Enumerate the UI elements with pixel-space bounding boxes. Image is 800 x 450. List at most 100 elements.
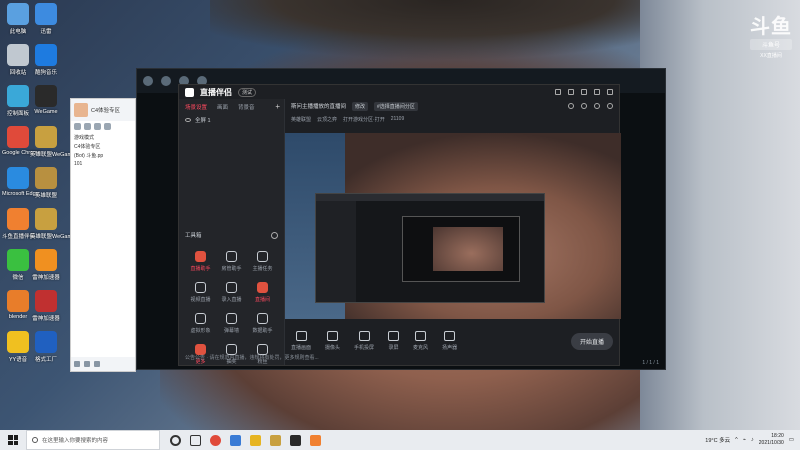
add-scene-icon[interactable]: + <box>275 102 280 111</box>
toolbox-item[interactable]: 主播任务 <box>247 251 278 272</box>
chat-list-item[interactable]: 游戏模式 <box>71 133 135 142</box>
user-avatar-icon[interactable] <box>555 89 561 95</box>
chat-list-item[interactable]: (Bot) 斗鱼.pp <box>71 151 135 160</box>
source-button[interactable]: 录屏 <box>388 331 400 351</box>
add-member-icon[interactable] <box>104 123 111 130</box>
toolbox-item[interactable]: 录入直播 <box>216 282 247 303</box>
sidebar-tab[interactable]: 画面 <box>217 103 228 111</box>
close-icon[interactable] <box>607 89 613 95</box>
desktop-icon[interactable]: 酷狗音乐 <box>30 44 62 76</box>
search-icon <box>32 437 38 443</box>
wegame-icon[interactable] <box>290 434 301 446</box>
room-info-bar: 斯问主播播放的直播间 修改 #选择直播间分区 <box>285 99 619 113</box>
group-chat-window[interactable]: C4体验专区 游戏模式 C4体验专区 (Bot) 斗鱼.pp 101 <box>70 98 136 372</box>
toolbox-item[interactable]: 直播间 <box>247 282 278 303</box>
stream-preview[interactable] <box>285 133 621 319</box>
network-icon[interactable]: ⌁ <box>743 437 746 443</box>
volume-icon[interactable]: ♪ <box>751 437 754 443</box>
tool-icon <box>257 313 268 324</box>
gift-icon[interactable] <box>594 103 600 109</box>
desktop-icon[interactable]: 雷神加速器 <box>30 249 62 281</box>
toolbox-item[interactable]: 数据助手 <box>247 313 278 334</box>
room-tag[interactable]: 英雄联盟 <box>291 116 311 123</box>
chrome-icon[interactable] <box>210 434 221 446</box>
desktop-icon[interactable]: 英雄联盟WeGame版 <box>30 126 81 158</box>
start-button[interactable] <box>0 430 26 450</box>
video-call-icon[interactable] <box>84 123 91 130</box>
room-tag[interactable]: 云顶之弈 <box>317 116 337 123</box>
live-companion-window[interactable]: 直播伴侣 测试 场景设置 画面 背景音 + 全屏 1 工具箱 直播助手 房管助手 主播任… <box>178 84 621 366</box>
taskbar-search[interactable]: 在这里输入你要搜索的内容 <box>26 430 160 450</box>
toolbox-item[interactable]: 直播助手 <box>185 251 216 272</box>
tool-label: 主播任务 <box>252 266 273 272</box>
notification-icon[interactable]: ▭ <box>789 437 794 443</box>
clock[interactable]: 18:20 2021/10/30 <box>759 433 784 447</box>
room-title[interactable]: 斯问主播播放的直播间 <box>291 102 346 110</box>
room-icons <box>568 103 613 109</box>
weather-widget[interactable]: 19°C 多云 <box>705 436 730 444</box>
game-home-icon[interactable] <box>143 76 153 86</box>
start-live-button[interactable]: 开始直播 <box>570 332 613 350</box>
sidebar-tab[interactable]: 背景音 <box>238 103 255 111</box>
stats-icon[interactable] <box>581 103 587 109</box>
clock-date: 2021/10/30 <box>758 440 784 446</box>
cortana-icon[interactable] <box>170 434 181 446</box>
league-icon[interactable] <box>270 434 281 446</box>
chat-list-item[interactable]: C4体验专区 <box>71 142 135 151</box>
toolbox-item[interactable]: 弹幕墙 <box>216 313 247 334</box>
source-button[interactable]: 扬声器 <box>442 331 457 351</box>
edit-room-button[interactable]: 修改 <box>352 101 369 111</box>
source-label: 录屏 <box>388 345 399 351</box>
maximize-icon[interactable] <box>594 89 600 95</box>
tool-icon <box>257 282 268 293</box>
lock-icon[interactable] <box>568 103 574 109</box>
voice-icon[interactable] <box>84 361 90 367</box>
source-label: 摄像头 <box>325 345 341 351</box>
sidebar-tab[interactable]: 场景设置 <box>185 103 207 111</box>
chat-content: 游戏模式 C4体验专区 (Bot) 斗鱼.pp 101 <box>71 133 135 168</box>
desktop-icon-label: 格式工厂 <box>34 357 57 363</box>
source-button[interactable]: 麦克风 <box>413 331 428 351</box>
douyu-icon[interactable] <box>310 434 321 446</box>
desktop-icon-label: 雷神加速器 <box>32 275 60 281</box>
game-client-right-panel <box>615 93 665 369</box>
settings-icon[interactable] <box>568 89 574 95</box>
voice-call-icon[interactable] <box>74 123 81 130</box>
desktop-icon[interactable]: 格式工厂 <box>30 331 62 363</box>
app-icon <box>35 290 57 312</box>
folder-icon[interactable] <box>250 434 261 446</box>
desktop-icon[interactable]: 迅雷 <box>30 3 62 35</box>
source-button[interactable]: 手机投屏 <box>354 331 374 351</box>
toolbox-item[interactable]: 虚拟形象 <box>185 313 216 334</box>
share-icon[interactable] <box>607 103 613 109</box>
tool-label: 录入直播 <box>221 297 242 303</box>
toolbox-item[interactable]: 房管助手 <box>216 251 247 272</box>
source-button[interactable]: 摄像头 <box>325 331 340 351</box>
file-icon[interactable] <box>94 361 100 367</box>
tool-icon <box>195 313 206 324</box>
desktop-icon[interactable]: 英雄联盟 <box>30 167 62 199</box>
minimize-icon[interactable] <box>581 89 587 95</box>
task-view-icon[interactable] <box>190 434 201 446</box>
emoji-icon[interactable] <box>74 361 80 367</box>
edge-icon[interactable] <box>230 434 241 446</box>
eye-icon[interactable] <box>185 118 191 122</box>
desktop-icon[interactable]: 雷神加速器 <box>30 290 62 322</box>
room-tag[interactable]: 21109 <box>391 116 405 122</box>
source-icon <box>295 331 307 341</box>
group-avatar <box>74 103 88 117</box>
category-select-button[interactable]: #选择直播间分区 <box>374 101 418 111</box>
toolbox-more-icon[interactable] <box>271 231 278 239</box>
scene-item[interactable]: 全屏 1 <box>179 113 284 127</box>
desktop-icon[interactable]: 英雄联盟WeGame版 <box>30 208 81 240</box>
desktop-icon[interactable]: WeGame <box>30 85 62 115</box>
tray-arrow-icon[interactable]: ^ <box>735 437 738 443</box>
share-screen-icon[interactable] <box>94 123 101 130</box>
source-button[interactable]: 直播画面 <box>291 331 311 351</box>
game-profile-icon[interactable] <box>161 76 171 86</box>
room-tag[interactable]: 打开游戏分区·打开 <box>343 116 385 123</box>
game-client-left-panel <box>137 93 181 369</box>
chat-list-item[interactable]: 101 <box>71 160 135 168</box>
toolbox-item[interactable]: 视频直播 <box>185 282 216 303</box>
app-icon <box>35 167 57 189</box>
